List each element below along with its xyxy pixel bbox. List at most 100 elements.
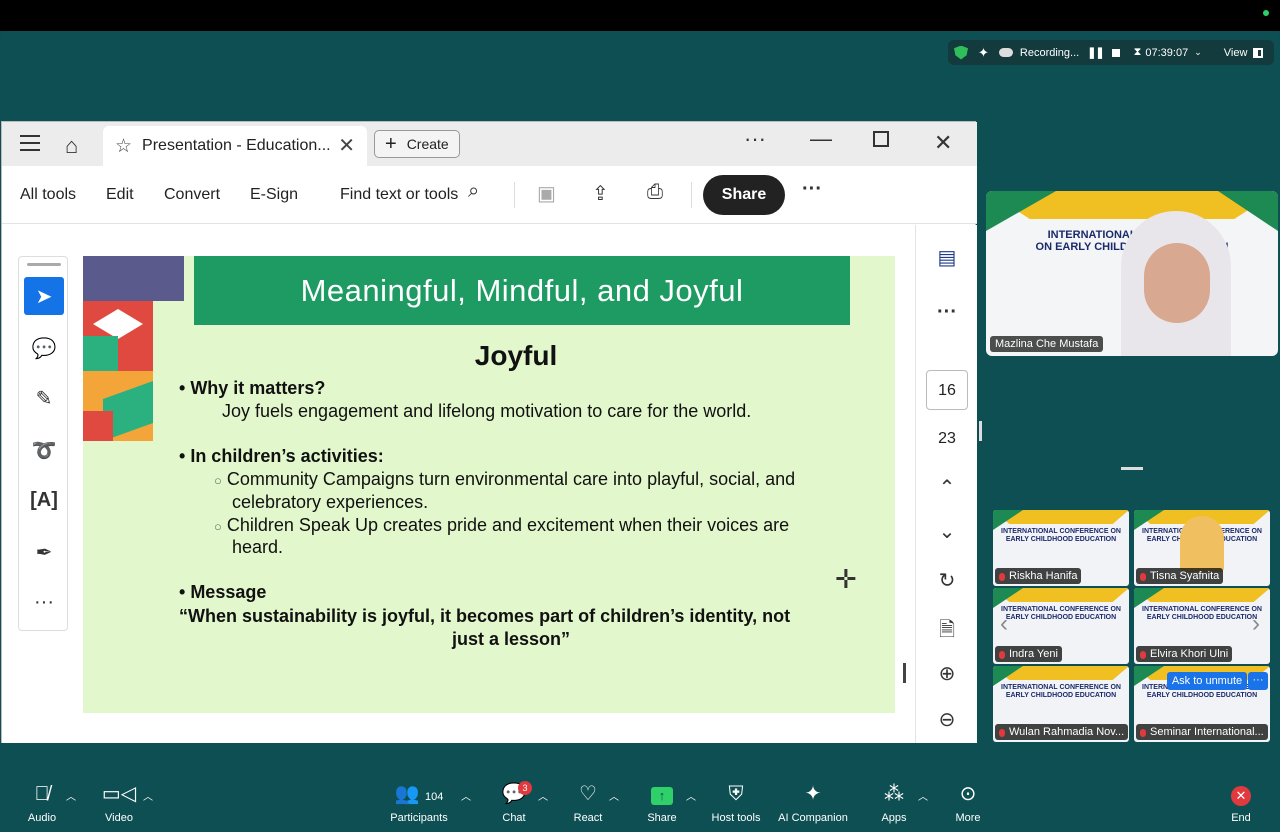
esign-menu[interactable]: E-Sign — [250, 186, 298, 204]
participant-tile[interactable]: INTERNATIONAL CONFERENCE ON EARLY CHILDH… — [1134, 588, 1270, 664]
host-tools-button[interactable]: ⛨ Host tools — [708, 782, 764, 824]
bullet-why-label: • Why it matters? — [179, 378, 326, 398]
close-tab-icon[interactable]: ✕ — [338, 133, 355, 158]
participants-options-caret-icon[interactable]: ︿ — [461, 788, 471, 803]
camera-indicator-icon — [1263, 10, 1269, 16]
react-options-caret-icon[interactable]: ︿ — [609, 788, 619, 803]
participants-count: 104 — [425, 791, 444, 803]
minimize-gallery-icon[interactable] — [1121, 467, 1143, 470]
chat-options-caret-icon[interactable]: ︿ — [538, 788, 548, 803]
minimize-window-icon[interactable]: — — [810, 126, 832, 152]
more-button[interactable]: ⊙ More — [948, 782, 988, 824]
meeting-timer: 07:39:07 — [1145, 46, 1189, 59]
security-shield-icon[interactable] — [954, 45, 968, 60]
document-tab[interactable]: ☆ Presentation - Education... ✕ — [103, 126, 367, 166]
tile-more-icon[interactable]: ··· — [1248, 672, 1268, 690]
drag-handle[interactable] — [27, 263, 61, 266]
home-icon[interactable]: ⌂ — [65, 133, 78, 159]
apps-label: Apps — [881, 812, 907, 824]
current-page-number[interactable]: 16 — [926, 370, 968, 410]
active-speaker-video[interactable]: INTERNATIONAL CONFERENCE ON EARLY CHILDH… — [986, 191, 1278, 356]
recording-label: Recording... — [1019, 46, 1080, 59]
participant-name: Riskha Hanifa — [995, 568, 1082, 584]
cloud-upload-icon[interactable]: ⇪ — [592, 181, 609, 206]
why-text: Joy fuels engagement and lifelong motiva… — [222, 401, 752, 421]
more-options-icon[interactable]: ··· — [744, 126, 766, 152]
organize-pages-icon[interactable]: ▤ — [916, 245, 978, 270]
text-box-icon[interactable]: [A] — [24, 481, 64, 519]
share-options-caret-icon[interactable]: ︿ — [686, 788, 696, 803]
comment-icon[interactable]: 💬 — [24, 329, 64, 367]
vertical-scrollbar[interactable] — [903, 663, 906, 683]
end-meeting-button[interactable]: ✕ End — [1221, 782, 1261, 824]
ai-sparkle-icon: ✦ — [804, 783, 822, 805]
right-rail: ▤ ··· 16 23 ⌃ ⌄ ↻ 🗎 ⊕ ⊖ — [915, 225, 977, 743]
audio-button[interactable]: 🎙̸ Audio — [22, 782, 62, 824]
save-icon[interactable]: ▣ — [537, 181, 556, 206]
draw-lasso-icon[interactable]: ➰ — [24, 431, 64, 469]
zoom-out-icon[interactable]: ⊖ — [916, 707, 978, 732]
refresh-icon[interactable]: ↻ — [916, 568, 978, 593]
participant-tile[interactable]: INTERNATIONAL CONFERENCE ON EARLY CHILDH… — [993, 666, 1129, 742]
create-button[interactable]: + Create — [374, 130, 460, 158]
speaker-nameplate: Mazlina Che Mustafa — [990, 336, 1104, 352]
toolbar-divider — [691, 182, 692, 208]
star-icon[interactable]: ☆ — [115, 135, 132, 158]
ai-companion-button[interactable]: ✦ AI Companion — [776, 782, 850, 824]
participants-icon: 👥 104 — [394, 783, 444, 805]
audio-label: Audio — [27, 812, 57, 824]
hamburger-menu-icon[interactable] — [20, 135, 40, 151]
more-tools-icon[interactable]: ··· — [802, 178, 822, 201]
ask-to-unmute-button[interactable]: Ask to unmute — [1167, 672, 1247, 690]
more-label: More — [955, 812, 981, 824]
audio-options-caret-icon[interactable]: ︿ — [66, 788, 76, 803]
share-button[interactable]: Share — [703, 175, 785, 215]
page-extract-icon[interactable]: 🗎 — [916, 615, 978, 649]
print-icon[interactable]: ⎙ — [647, 181, 663, 204]
convert-menu[interactable]: Convert — [164, 186, 220, 204]
gallery-prev-arrow-icon[interactable]: ‹ — [1000, 610, 1008, 638]
pause-recording-icon[interactable]: ❚❚ — [1087, 46, 1104, 59]
heart-icon: ♡ — [579, 783, 597, 805]
select-cursor-icon[interactable]: ➤ — [24, 277, 64, 315]
maximize-window-icon[interactable] — [873, 131, 889, 147]
slide-heading: Joyful — [474, 340, 558, 371]
participants-button[interactable]: 👥 104 Participants — [386, 782, 452, 824]
share-screen-button[interactable]: ↑ Share — [642, 782, 682, 824]
participant-tile[interactable]: INTERNATIONAL CONFERENCE ON EARLY CHILDH… — [993, 510, 1129, 586]
search-icon[interactable]: ⌕ — [468, 180, 479, 203]
activity-1-line-1: ○ Community Campaigns turn environmental… — [214, 469, 796, 489]
video-options-caret-icon[interactable]: ︿ — [143, 788, 153, 803]
all-tools-menu[interactable]: All tools — [20, 186, 76, 204]
close-window-icon[interactable]: ✕ — [934, 130, 952, 156]
quote-line-1: “When sustainability is joyful, it becom… — [179, 606, 791, 626]
react-button[interactable]: ♡ React — [568, 782, 608, 824]
top-black-bar — [0, 0, 1280, 31]
activity-2-line-1: ○ Children Speak Up creates pride and ex… — [214, 515, 790, 535]
tile-conference-header: INTERNATIONAL CONFERENCE ON EARLY CHILDH… — [1142, 606, 1262, 621]
gallery-view-icon[interactable] — [1253, 47, 1264, 58]
view-button[interactable]: View — [1224, 47, 1248, 59]
ai-sparkle-icon[interactable]: ✦ — [978, 45, 989, 61]
edit-menu[interactable]: Edit — [106, 186, 134, 204]
sign-pen-icon[interactable]: ✒ — [24, 533, 64, 571]
panel-resize-handle[interactable] — [979, 421, 982, 441]
participant-name: Tisna Syafnita — [1136, 568, 1224, 584]
chevron-up-icon[interactable]: ⌃ — [916, 475, 978, 500]
apps-options-caret-icon[interactable]: ︿ — [918, 788, 928, 803]
participant-tile[interactable]: INTERNATIONAL CONFERENCE ON EARLY CHILDH… — [993, 588, 1129, 664]
more-tools-icon[interactable]: ··· — [24, 583, 64, 621]
zoom-in-icon[interactable]: ⊕ — [916, 661, 978, 686]
participant-tile[interactable]: INTERNATIONAL CONFERENCE ON EARLY CHILDH… — [1134, 510, 1270, 586]
toolbar-divider — [514, 182, 515, 208]
video-button[interactable]: ▭◁ Video — [99, 782, 139, 824]
gallery-next-arrow-icon[interactable]: › — [1252, 610, 1260, 638]
find-text-or-tools[interactable]: Find text or tools — [340, 186, 458, 204]
highlight-pen-icon[interactable]: ✎ — [24, 379, 64, 417]
chevron-down-icon[interactable]: ⌄ — [916, 519, 978, 544]
stop-recording-icon[interactable] — [1111, 48, 1120, 57]
more-rail-icon[interactable]: ··· — [916, 301, 978, 324]
apps-button[interactable]: ⁂ Apps — [874, 782, 914, 824]
speaker-face — [1144, 243, 1210, 323]
chevron-down-icon[interactable]: ⌄ — [1194, 47, 1202, 58]
